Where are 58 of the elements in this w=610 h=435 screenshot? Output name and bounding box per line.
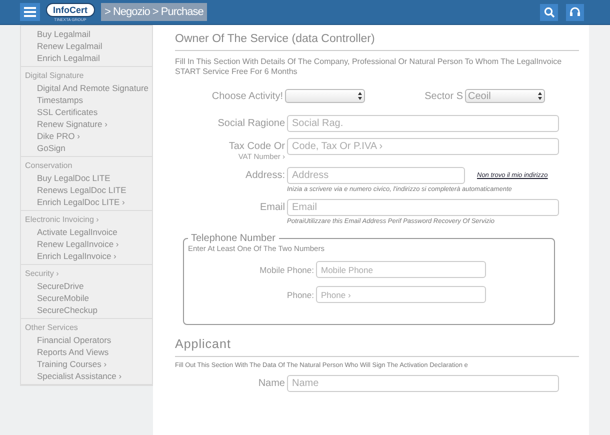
spinner-icon (538, 92, 542, 100)
phone-field[interactable]: Phone › (316, 286, 486, 303)
search-button[interactable] (540, 4, 558, 20)
search-icon (544, 6, 554, 18)
field-label: Tax Code Or (228, 141, 285, 152)
sidebar-link[interactable]: SecureMobile (25, 292, 152, 304)
sidebar-link[interactable]: Renew LegalInvoice › (25, 238, 152, 250)
sidebar-link[interactable]: Financial Operators (25, 334, 152, 346)
sidebar-link[interactable]: Dike PRO › (25, 130, 152, 142)
field-label: Email (260, 202, 285, 213)
sidebar-link[interactable]: Reports And Views (25, 346, 152, 358)
sidebar-link[interactable]: Renew Legalmail (25, 40, 152, 52)
group-legend: Telephone Number (188, 233, 278, 244)
sidebar-link[interactable]: Renews LegalDoc LITE (25, 184, 152, 196)
sidebar-link[interactable]: Training Courses › (25, 358, 152, 370)
sidebar-link[interactable]: Renew Signature › (25, 118, 152, 130)
field-label: Phone: (286, 290, 314, 300)
support-button[interactable] (566, 4, 584, 20)
sidebar-heading: Other Services (25, 322, 79, 334)
text-field[interactable]: Social Rag. (287, 115, 559, 132)
sidebar-link[interactable]: Buy Legalmail (25, 28, 152, 40)
phone-field[interactable]: Mobile Phone (316, 261, 486, 278)
text-field[interactable]: Code, Tax Or P.IVA › (287, 138, 559, 155)
text-field[interactable]: Address (287, 167, 465, 184)
sidebar-heading: Conservation (25, 160, 74, 172)
sidebar-link[interactable]: Enrich LegalInvoice › (25, 250, 152, 262)
sidebar-link[interactable]: Specialist Assistance › (25, 370, 152, 382)
sidebar-link[interactable]: SecureCheckup (25, 304, 152, 316)
sidebar-link[interactable]: SSL Certificates (25, 106, 152, 118)
sector-select[interactable]: Ceoil (465, 89, 545, 103)
sidebar-link[interactable]: Timestamps (25, 94, 152, 106)
sidebar-link[interactable]: Digital And Remote Signature (25, 82, 152, 94)
field-label: Social Ragione (218, 118, 285, 129)
section-description: Fill In This Section With Details Of The Company, Professional Or Natural Person To Whom The LegalInvoice START Service Free For 6 Months (175, 57, 563, 77)
section-title: Applicant (175, 335, 579, 357)
breadcrumb[interactable]: > Negozio > Purchase (100, 3, 208, 21)
section-title: Owner Of The Service (data Controller) (175, 31, 579, 51)
text-field[interactable]: Name (287, 375, 559, 392)
field-label: Choose Activity! (210, 90, 283, 102)
logo-text: InfoCert (46, 2, 94, 16)
sidebar-heading: Digital Signature (25, 70, 85, 82)
menu-icon (24, 7, 36, 17)
sidebar-link[interactable]: SecureDrive (25, 280, 152, 292)
sidebar-link[interactable]: GoSign (25, 142, 152, 154)
field-label: Sector S (424, 90, 463, 102)
sidebar-link[interactable]: Activate LegalInvoice (25, 226, 152, 238)
sidebar-heading: Security › (25, 268, 60, 280)
sidebar-link[interactable]: Enrich Legalmail (25, 52, 152, 64)
sidebar-link[interactable]: Buy LegalDoc LITE (25, 172, 152, 184)
menu-button[interactable] (20, 3, 40, 21)
sidebar-link[interactable]: Enrich LegalDoc LITE › (25, 196, 152, 208)
sidebar-heading: Electronic Invoicing › (25, 214, 100, 226)
text-field[interactable]: Email (287, 199, 559, 216)
field-label: Address: (246, 170, 285, 181)
field-label: Mobile Phone: (258, 264, 314, 274)
field-label: Name (258, 378, 285, 389)
headset-icon (569, 6, 581, 18)
spinner-icon (358, 92, 362, 100)
